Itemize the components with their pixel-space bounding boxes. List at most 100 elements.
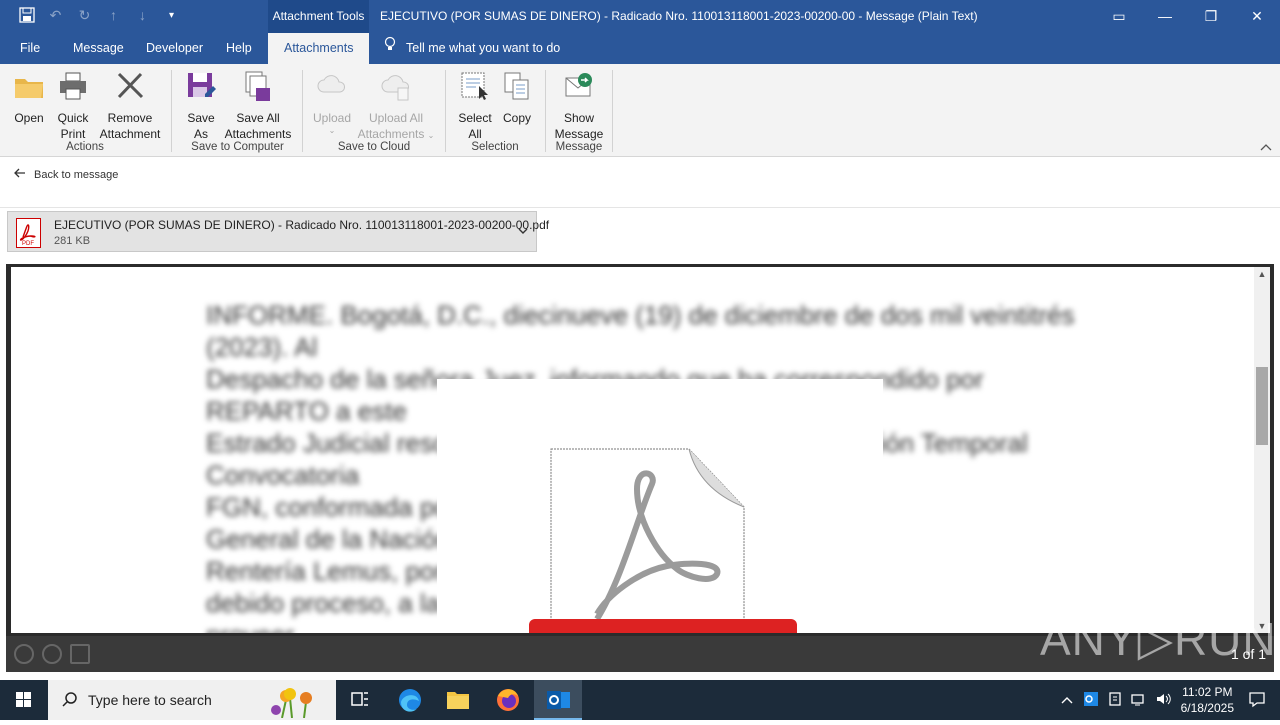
- chevron-down-icon: ⌄: [328, 126, 336, 135]
- attachment-preview: INFORME. Bogotá, D.C., diecinueve (19) d…: [6, 264, 1274, 672]
- clock[interactable]: 11:02 PM 6/18/2025: [1181, 684, 1234, 716]
- notifications-icon[interactable]: [1248, 690, 1266, 711]
- remove-attachment-label-1: Remove: [107, 111, 153, 125]
- upload-all-attachments-button[interactable]: Upload All Attachments ⌄: [354, 70, 438, 144]
- save-as-button[interactable]: Save As: [182, 70, 220, 142]
- next-item-icon[interactable]: ↓: [134, 7, 151, 24]
- quick-print-label-1: Quick: [57, 111, 89, 125]
- save-all-icon: [245, 71, 270, 101]
- save-all-attachments-button[interactable]: Save All Attachments: [222, 70, 294, 142]
- upload-all-label-2-text: Attachments: [357, 127, 425, 141]
- window-controls: ▭ — ❐ ✕: [1096, 0, 1280, 33]
- clock-time: 11:02 PM: [1182, 685, 1233, 699]
- tab-developer[interactable]: Developer: [146, 33, 203, 64]
- file-explorer-icon[interactable]: [434, 680, 482, 720]
- lightbulb-icon: [384, 33, 396, 64]
- arrow-left-icon: [14, 168, 26, 181]
- collapse-ribbon-icon[interactable]: [1260, 142, 1272, 154]
- tab-help[interactable]: Help: [226, 33, 252, 64]
- scroll-up-arrow[interactable]: ▲: [1254, 269, 1270, 279]
- anyrun-watermark: ANY▷RUN: [1040, 613, 1277, 665]
- open-label: Open: [14, 111, 44, 125]
- copy-button[interactable]: Copy: [500, 70, 534, 126]
- attachment-chip[interactable]: PDF EJECUTIVO (POR SUMAS DE DINERO) - Ra…: [7, 211, 549, 252]
- attachment-filename: EJECUTIVO (POR SUMAS DE DINERO) - Radica…: [54, 218, 550, 232]
- select-all-icon: [461, 72, 488, 100]
- firefox-icon[interactable]: [484, 680, 532, 720]
- show-message-label-1: Show: [563, 111, 595, 125]
- quick-access-toolbar: ↶ ↻ ↑ ↓ ▾: [18, 7, 180, 24]
- system-tray: 11:02 PM 6/18/2025: [1061, 680, 1280, 720]
- search-placeholder: Type here to search: [88, 692, 212, 708]
- network-icon[interactable]: [1130, 691, 1147, 710]
- windows-logo-icon: [16, 692, 31, 707]
- group-separator: [171, 70, 172, 152]
- title-bar: ↶ ↻ ↑ ↓ ▾ Attachment Tools EJECUTIVO (PO…: [0, 0, 1280, 33]
- tab-attachments[interactable]: Attachments: [268, 33, 370, 64]
- outlook-icon[interactable]: [534, 680, 582, 720]
- ribbon: Open Quick Print Remove Attachment Actio…: [0, 64, 1280, 157]
- next-page-icon[interactable]: [42, 644, 62, 664]
- tell-me-box[interactable]: Tell me what you want to do: [384, 33, 560, 64]
- quick-print-button[interactable]: Quick Print: [52, 70, 94, 142]
- upload-all-label-1: Upload All: [368, 111, 424, 125]
- save-as-label-1: Save: [187, 111, 215, 125]
- window-title: EJECUTIVO (POR SUMAS DE DINERO) - Radica…: [380, 9, 978, 23]
- redo-icon[interactable]: ↻: [76, 7, 93, 24]
- remove-attachment-button[interactable]: Remove Attachment: [96, 70, 164, 142]
- maximize-button[interactable]: ❐: [1188, 0, 1234, 33]
- outlook-tray-icon[interactable]: [1083, 691, 1099, 710]
- upload-button[interactable]: Upload ⌄: [310, 70, 354, 136]
- quick-print-label-2: Print: [60, 127, 86, 141]
- show-message-button[interactable]: Show Message: [552, 70, 606, 142]
- upload-label: Upload: [312, 111, 352, 125]
- tab-message[interactable]: Message: [73, 33, 124, 64]
- task-view-icon[interactable]: [336, 680, 384, 720]
- customize-qat-icon[interactable]: ▾: [163, 7, 180, 24]
- select-all-label-2: All: [468, 127, 482, 141]
- preview-scrollbar[interactable]: ▲ ▼: [1254, 267, 1270, 633]
- minimize-button[interactable]: —: [1142, 0, 1188, 33]
- edge-icon[interactable]: [386, 680, 434, 720]
- device-icon[interactable]: [1107, 691, 1123, 710]
- close-button[interactable]: ✕: [1234, 0, 1280, 33]
- select-all-label-1: Select: [458, 111, 492, 125]
- pdf-file-icon: PDF: [16, 218, 41, 248]
- svg-text:PDF: PDF: [22, 241, 34, 247]
- group-save-computer-label: Save to Computer: [191, 141, 284, 153]
- find-icon[interactable]: [70, 644, 90, 664]
- save-all-label-1: Save All: [236, 111, 280, 125]
- ribbon-tabs: File Message Developer Help Attachments …: [0, 33, 1280, 64]
- group-separator: [302, 70, 303, 152]
- undo-icon[interactable]: ↶: [47, 7, 64, 24]
- cloud-upload-icon: [317, 75, 346, 93]
- group-actions-label: Actions: [66, 141, 104, 153]
- preview-line: INFORME. Bogotá, D.C., diecinueve (19) d…: [206, 300, 1075, 362]
- search-icon: [62, 692, 77, 707]
- taskbar: Type here to search 11:02 PM 6/18/2025: [0, 680, 1280, 720]
- remove-x-icon: [117, 72, 144, 99]
- tab-file[interactable]: File: [20, 33, 40, 64]
- preview-page[interactable]: INFORME. Bogotá, D.C., diecinueve (19) d…: [11, 267, 1254, 633]
- show-message-icon: [565, 73, 592, 97]
- chevron-down-icon[interactable]: [518, 224, 528, 238]
- taskbar-search-box[interactable]: Type here to search: [48, 680, 336, 720]
- ribbon-display-options-icon[interactable]: ▭: [1096, 0, 1142, 33]
- previous-item-icon[interactable]: ↑: [105, 7, 122, 24]
- back-to-message-label: Back to message: [34, 168, 119, 181]
- volume-icon[interactable]: [1155, 691, 1171, 710]
- save-icon[interactable]: [18, 7, 35, 24]
- start-button[interactable]: [0, 680, 48, 720]
- back-to-message-link[interactable]: Back to message: [14, 168, 118, 181]
- group-separator: [612, 70, 613, 152]
- scroll-thumb[interactable]: [1256, 367, 1268, 445]
- copy-label: Copy: [502, 111, 531, 125]
- open-button[interactable]: Open: [10, 70, 48, 126]
- printer-icon: [60, 72, 86, 100]
- select-all-button[interactable]: Select All: [455, 70, 495, 142]
- chevron-up-icon[interactable]: [1061, 693, 1073, 707]
- group-save-cloud-label: Save to Cloud: [337, 141, 411, 153]
- previous-page-icon[interactable]: [14, 644, 34, 664]
- group-separator: [445, 70, 446, 152]
- attachment-size: 281 KB: [54, 235, 91, 247]
